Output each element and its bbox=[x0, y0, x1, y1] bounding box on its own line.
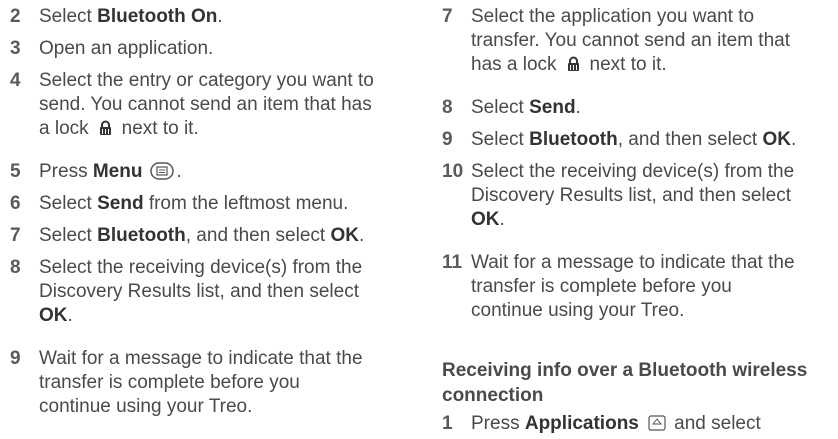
step-number: 7 bbox=[10, 225, 21, 246]
step-text-line: Select the entry or category you want to bbox=[39, 70, 374, 91]
bold-term: OK bbox=[471, 209, 500, 230]
step-text: , and then select bbox=[185, 225, 331, 246]
step-number: 7 bbox=[442, 6, 453, 27]
step-text-line: OK. bbox=[471, 208, 838, 232]
bold-term: Bluetooth On bbox=[97, 6, 218, 27]
step-10: 10 Select the receiving device(s) from t… bbox=[442, 160, 838, 232]
step-number: 8 bbox=[10, 257, 21, 278]
step-number: 9 bbox=[442, 129, 453, 150]
step-number: 3 bbox=[10, 38, 21, 59]
section-heading: Receiving info over a Bluetooth wireless… bbox=[442, 358, 838, 408]
bold-term: OK bbox=[39, 305, 68, 326]
step-11: 11 Wait for a message to indicate that t… bbox=[442, 251, 838, 323]
step-7: 7 Select the application you want to tra… bbox=[442, 5, 838, 77]
step-number: 10 bbox=[442, 161, 464, 182]
punct: . bbox=[575, 97, 581, 118]
lock-icon bbox=[566, 55, 581, 71]
step-1: 1 Press Applications and select bbox=[442, 412, 838, 436]
step-text-line: Discovery Results list, and then select bbox=[471, 185, 791, 206]
bold-term: OK bbox=[330, 225, 359, 246]
step-text: from the leftmost menu. bbox=[143, 193, 349, 214]
step-text-line: continue using your Treo. bbox=[471, 300, 685, 321]
bold-term: Bluetooth bbox=[97, 225, 186, 246]
step-text: Open an application. bbox=[39, 38, 214, 59]
punct: . bbox=[790, 129, 797, 150]
step-number: 1 bbox=[442, 413, 453, 434]
step-number: 2 bbox=[10, 6, 21, 27]
step-text-line: send. You cannot send an item that has bbox=[39, 94, 372, 115]
step-text: and select bbox=[668, 413, 761, 434]
step-text: a lock bbox=[39, 118, 89, 139]
step-text: Press bbox=[471, 413, 525, 434]
step-text-line: transfer is complete before you bbox=[471, 276, 732, 297]
step-text: , and then select bbox=[617, 129, 763, 150]
heading-line: Receiving info over a Bluetooth wireless bbox=[442, 360, 808, 381]
step-text-line: transfer. You cannot send an item that bbox=[471, 30, 791, 51]
step-text: Select bbox=[39, 193, 98, 214]
step-text-line: continue using your Treo. bbox=[39, 396, 253, 417]
step-8: 8 Select Send. bbox=[442, 96, 838, 120]
step-2: 2 Select Bluetooth On. bbox=[10, 5, 419, 29]
step-number: 6 bbox=[10, 193, 21, 214]
step-number: 4 bbox=[10, 70, 21, 91]
punct: . bbox=[176, 161, 182, 182]
step-7: 7 Select Bluetooth, and then select OK. bbox=[10, 224, 419, 248]
step-text: next to it. bbox=[589, 54, 667, 75]
step-text-line: Wait for a message to indicate that the bbox=[471, 252, 795, 273]
step-8: 8 Select the receiving device(s) from th… bbox=[10, 256, 419, 328]
step-9: 9 Wait for a message to indicate that th… bbox=[10, 347, 419, 419]
step-text: Select bbox=[471, 97, 530, 118]
step-number: 5 bbox=[10, 161, 21, 182]
punct: . bbox=[499, 209, 505, 230]
step-text-line: Discovery Results list, and then select bbox=[39, 281, 359, 302]
punct: . bbox=[358, 225, 365, 246]
step-6: 6 Select Send from the leftmost menu. bbox=[10, 192, 419, 216]
step-text: has a lock bbox=[471, 54, 557, 75]
applications-key-icon bbox=[647, 414, 667, 432]
bold-term: OK bbox=[762, 129, 791, 150]
bold-term: Bluetooth bbox=[529, 129, 618, 150]
step-text-line: has a lock next to it. bbox=[471, 53, 838, 77]
step-text-line: Select the receiving device(s) from the bbox=[471, 161, 795, 182]
bold-term: Menu bbox=[92, 161, 143, 182]
punct: . bbox=[67, 305, 73, 326]
step-text-line: OK. bbox=[39, 304, 419, 328]
step-text: Select bbox=[39, 6, 98, 27]
lock-icon bbox=[98, 119, 113, 135]
step-text: next to it. bbox=[121, 118, 199, 139]
bold-term: Send bbox=[529, 97, 576, 118]
step-5: 5 Press Menu. bbox=[10, 160, 419, 184]
punct: . bbox=[217, 6, 223, 27]
step-text: Select bbox=[39, 225, 98, 246]
step-number: 8 bbox=[442, 97, 453, 118]
step-9: 9 Select Bluetooth, and then select OK. bbox=[442, 128, 838, 152]
step-text: Select bbox=[471, 129, 530, 150]
step-text-line: Wait for a message to indicate that the bbox=[39, 348, 363, 369]
bold-term: Applications bbox=[524, 413, 639, 434]
step-text-line: Select the receiving device(s) from the bbox=[39, 257, 363, 278]
menu-key-icon bbox=[150, 162, 175, 180]
step-3: 3 Open an application. bbox=[10, 37, 419, 61]
step-text-line: transfer is complete before you bbox=[39, 372, 300, 393]
step-text-line: Select the application you want to bbox=[471, 6, 755, 27]
step-text-line: a lock next to it. bbox=[39, 117, 419, 141]
heading-line: connection bbox=[442, 385, 544, 406]
step-4: 4 Select the entry or category you want … bbox=[10, 69, 419, 141]
bold-term: Send bbox=[97, 193, 144, 214]
step-text: Press bbox=[39, 161, 93, 182]
step-number: 9 bbox=[10, 348, 21, 369]
step-number: 11 bbox=[442, 252, 463, 273]
